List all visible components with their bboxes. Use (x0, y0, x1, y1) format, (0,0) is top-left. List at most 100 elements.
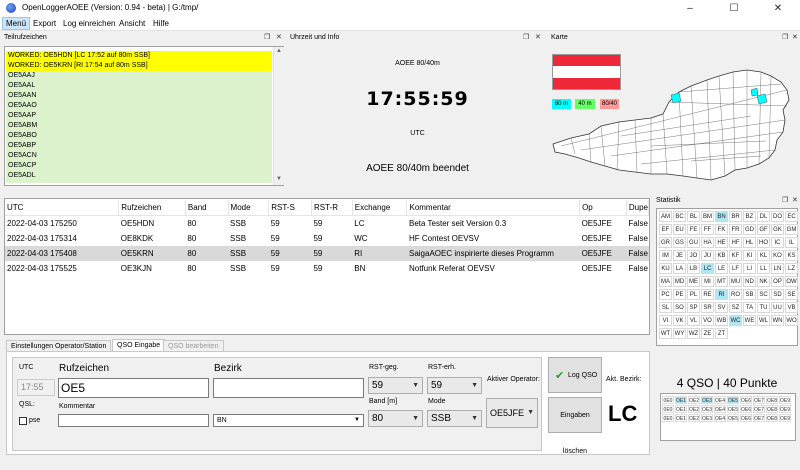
district-stat-cell: BZ (743, 211, 756, 222)
callsign-row[interactable]: OE5AAN (6, 91, 272, 101)
district-input[interactable] (213, 378, 364, 398)
cell-dupe: False (628, 234, 648, 243)
column-header[interactable]: Mode (228, 200, 270, 216)
rst-sent-select[interactable]: 59 ▼ (368, 377, 423, 394)
column-header[interactable]: Kommentar (406, 200, 581, 216)
clear-inputs-button[interactable]: Eingaben löschen (548, 397, 602, 455)
worked-callsign-row[interactable]: WORKED: OE5KRN [RI 17:54 auf 80m SSB] (6, 61, 272, 71)
callsign-row[interactable]: OE5ACN (6, 151, 272, 161)
maximize-icon[interactable]: ☐ (712, 0, 756, 17)
clock-time: 17:55:59 (366, 88, 469, 110)
menu-item-log-einreichen[interactable]: Log einreichen (60, 18, 118, 29)
cell-band: 80 (187, 264, 197, 273)
minimize-icon[interactable]: – (668, 0, 712, 17)
prefix-cell: OE8 (766, 405, 778, 413)
callsign-panel-title: Teilrufzeichen (4, 34, 47, 41)
menu-item-menu[interactable]: Menü (2, 17, 31, 30)
district-map[interactable] (551, 46, 797, 186)
stats-panel-float-icon[interactable]: ❐ (782, 196, 788, 204)
callsign-list[interactable]: WORKED: OE5HDN [LC 17:52 auf 80m SSB] WO… (4, 46, 284, 186)
district-stat-cell: LI (743, 263, 756, 274)
prefix-cell: OE5 (727, 405, 739, 413)
district-stat-cell: WY (673, 328, 686, 339)
comment-input[interactable] (58, 414, 209, 427)
district-stat-cell: VB (785, 302, 798, 313)
district-stat-cell: MU (729, 276, 742, 287)
map-panel-float-icon[interactable]: ❐ (782, 33, 788, 41)
close-icon[interactable]: ✕ (756, 0, 800, 17)
district-stat-cell: WO (785, 315, 798, 326)
district-stat-cell: VI (659, 315, 672, 326)
district-stat-cell: SO (673, 302, 686, 313)
column-header[interactable]: UTC (5, 200, 120, 216)
callsign-scrollbar[interactable]: ▲ ▼ (273, 47, 284, 185)
mode-label: Mode (428, 398, 446, 405)
callsign-input[interactable]: OE5 (58, 378, 209, 398)
table-row[interactable]: 2022-04-03 175525 OE3KJN 80 SSB 59 59 BN… (5, 261, 649, 276)
district-stat-cell: KS (785, 250, 798, 261)
district-stat-cell: IC (771, 237, 784, 248)
district-stat-cell: ME (687, 276, 700, 287)
column-header[interactable]: Rufzeichen (118, 200, 186, 216)
column-header[interactable]: RST-S (268, 200, 312, 216)
district-stat-cell: WC (729, 315, 742, 326)
table-row[interactable]: 2022-04-03 175250 OE5HDN 80 SSB 59 59 LC… (5, 216, 649, 232)
prefix-cell: OE2 (688, 396, 700, 404)
column-header[interactable]: Exchange (352, 200, 408, 216)
cell-rst-r: 59 (313, 264, 323, 273)
district-stat-cell: LZ (785, 263, 798, 274)
district-stat-cell: GD (743, 224, 756, 235)
district-stat-cell: HL (743, 237, 756, 248)
menu-item-hilfe[interactable]: Hilfe (150, 18, 172, 29)
clock-panel-close-icon[interactable]: ✕ (535, 33, 541, 41)
district-stat-cell: MA (659, 276, 672, 287)
menu-item-export[interactable]: Export (30, 18, 59, 29)
callsign-row[interactable]: OE5AAP (6, 111, 272, 121)
column-header[interactable]: Band (185, 200, 229, 216)
clock-panel-float-icon[interactable]: ❐ (523, 33, 529, 41)
callsign-row[interactable]: OE5ADL (6, 171, 272, 181)
callsign-row[interactable]: OE5AAO (6, 101, 272, 111)
callsign-row[interactable]: OE5ABM (6, 121, 272, 131)
callsign-row[interactable]: OE5AAL (6, 81, 272, 91)
district-stat-cell: EU (673, 224, 686, 235)
operator-select[interactable]: OE5JFE ▼ (486, 398, 538, 428)
cell-rst-s: 59 (270, 264, 280, 273)
callsign-panel-close-icon[interactable]: ✕ (276, 33, 282, 41)
table-row[interactable]: 2022-04-03 175408 OE5KRN 80 SSB 59 59 RI… (5, 246, 649, 261)
scroll-down-icon[interactable]: ▼ (276, 176, 282, 182)
qso-log-table[interactable]: UTC Rufzeichen Band Mode RST-S RST-R Exc… (4, 198, 650, 335)
scroll-up-icon[interactable]: ▲ (276, 48, 282, 54)
callsign-row[interactable]: OE5ABP (6, 141, 272, 151)
callsign-row[interactable]: OE5ABO (6, 131, 272, 141)
table-row[interactable]: 2022-04-03 175314 OE8KDK 80 SSB 59 59 WC… (5, 231, 649, 246)
log-qso-label: Log QSO (568, 372, 598, 379)
district-stat-cell: VL (687, 315, 700, 326)
pse-checkbox[interactable] (19, 417, 27, 425)
utc-field[interactable]: 17:55 (17, 379, 55, 396)
map-panel-close-icon[interactable]: ✕ (792, 33, 798, 41)
district-select[interactable]: BN ▼ (213, 414, 364, 427)
band-select[interactable]: 80 ▼ (368, 410, 423, 427)
cell-op: OE5JFE (581, 234, 612, 243)
column-header[interactable]: Dupe (626, 200, 650, 216)
cell-op: OE5JFE (581, 219, 612, 228)
callsign-row[interactable]: OE5ACP (6, 161, 272, 171)
prefix-cell: OE9 (779, 414, 791, 422)
log-qso-button[interactable]: ✔ Log QSO (548, 357, 602, 393)
callsign-panel-float-icon[interactable]: ❐ (264, 33, 270, 41)
callsign-row[interactable]: OE5AAJ (6, 71, 272, 81)
rst-rcvd-select[interactable]: 59 ▼ (427, 377, 482, 394)
worked-callsign-row[interactable]: WORKED: OE5HDN [LC 17:52 auf 80m SSB] (6, 51, 272, 61)
cell-op: OE5JFE (581, 264, 612, 273)
mode-select[interactable]: SSB ▼ (427, 410, 482, 427)
stats-panel-close-icon[interactable]: ✕ (792, 196, 798, 204)
cell-call: OE3KJN (120, 264, 152, 273)
cell-mode: SSB (230, 234, 247, 243)
column-header[interactable]: RST-R (311, 200, 353, 216)
menu-bar: Menü Export Log einreichen Ansicht Hilfe (0, 17, 800, 31)
column-header[interactable]: Op (579, 200, 627, 216)
district-stat-cell: KF (729, 250, 742, 261)
menu-item-ansicht[interactable]: Ansicht (116, 18, 148, 29)
district-stat-cell: JO (687, 250, 700, 261)
